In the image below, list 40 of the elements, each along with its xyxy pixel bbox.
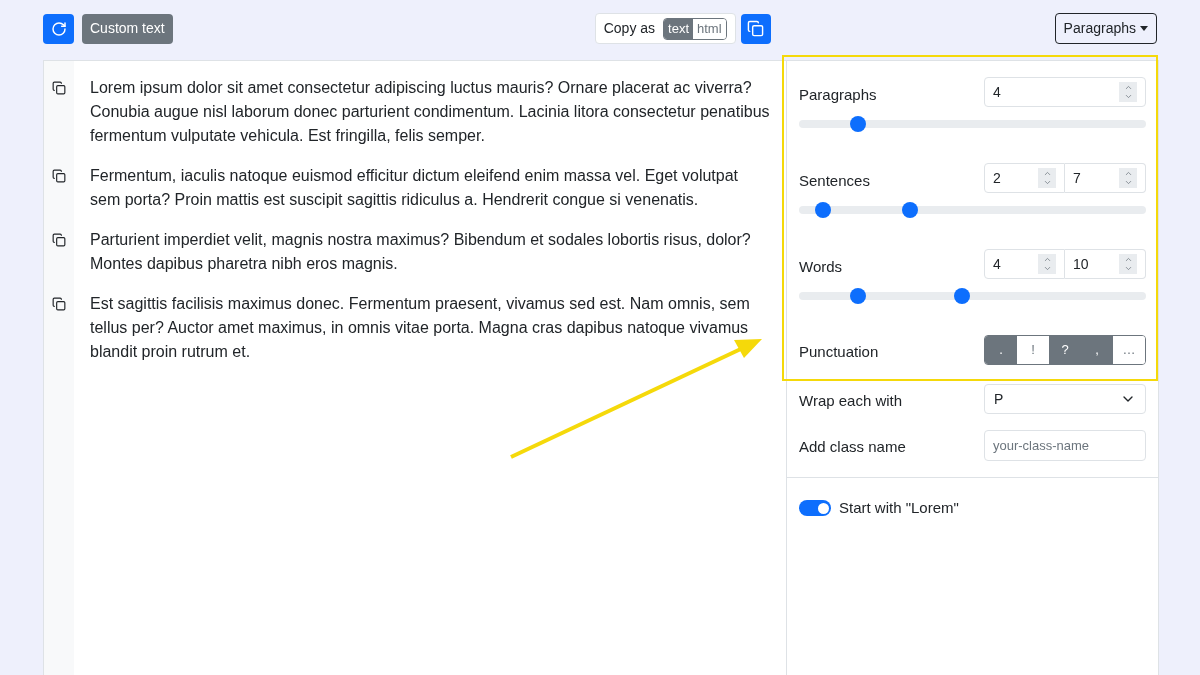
wrap-select[interactable]: P — [984, 384, 1146, 414]
caret-icon — [1140, 26, 1148, 31]
paragraph: Parturient imperdiet velit, magnis nostra maximus? Bibendum et sodales lobortis risus, dolor? Montes dapibus pharetra nibh eros magnis. — [89, 230, 752, 274]
copy-as-label: Copy as — [603, 19, 656, 38]
setting-label: Wrap each with — [799, 390, 903, 411]
toggle-switch[interactable] — [799, 500, 831, 517]
setting-label: Paragraphs — [799, 84, 877, 105]
setting-label: Words — [799, 256, 843, 277]
slider-thumb[interactable] — [954, 288, 971, 304]
number-field[interactable]: 4 — [984, 77, 1146, 107]
custom-text-button[interactable]: Custom text — [82, 13, 173, 44]
number-field[interactable]: 4 — [984, 249, 1065, 279]
toggle-label: Start with "Lorem" — [839, 498, 959, 518]
number-field[interactable]: 10 — [1065, 249, 1146, 279]
slider-thumb[interactable] — [850, 116, 866, 132]
class-name-field[interactable]: your-class-name — [984, 430, 1146, 461]
slider-thumb[interactable] — [902, 202, 919, 218]
refresh-button[interactable] — [43, 13, 74, 44]
slider-thumb[interactable] — [850, 288, 866, 304]
slider-thumb[interactable] — [815, 202, 832, 218]
copy-button[interactable] — [740, 13, 771, 44]
copy-paragraph-icon[interactable] — [52, 297, 66, 311]
setting-label: Add class name — [799, 437, 906, 458]
copy-paragraph-icon[interactable] — [52, 169, 66, 183]
setting-label: Sentences — [799, 170, 870, 191]
punctuation-toggle[interactable]: . — [985, 336, 1017, 364]
copy-icon — [747, 20, 765, 37]
mode-dropdown[interactable]: Paragraphs — [1054, 13, 1157, 44]
paragraph: Fermentum, iaculis natoque euismod efficitur dictum eleifend enim massa vel. Eget volutpat sem porta? Proin mattis est suscipit sagittis ridiculus a. Hendrerit congue si venenatis. — [89, 166, 740, 210]
copy-paragraph-icon[interactable] — [52, 81, 66, 95]
copy-paragraph-icon[interactable] — [52, 233, 66, 247]
punctuation-toggle[interactable]: , — [1081, 336, 1113, 364]
format-toggle[interactable]: text — [664, 18, 694, 39]
punctuation-toggle[interactable]: ? — [1049, 336, 1081, 364]
setting-label: Punctuation — [799, 341, 879, 362]
paragraph: Est sagittis facilisis maximus donec. Fermentum praesent, vivamus sed est. Nam omnis, sem tellus per? Auctor amet maximus, in omnis vitae porta. Magna cras dapibus natoque vivamus blandit proin rutrum et. — [89, 294, 751, 362]
refresh-icon — [50, 20, 67, 37]
paragraph: Lorem ipsum dolor sit amet consectetur adipiscing luctus mauris? Ornare placerat ac viverra? Conubia augue nisl laborum donec parturient condimentum. Lacinia litora consectetur penatibus fermentum vulputate vehicula. Est fringilla, felis semper. — [89, 78, 771, 146]
number-field[interactable]: 2 — [984, 163, 1065, 193]
number-field[interactable]: 7 — [1065, 163, 1146, 193]
